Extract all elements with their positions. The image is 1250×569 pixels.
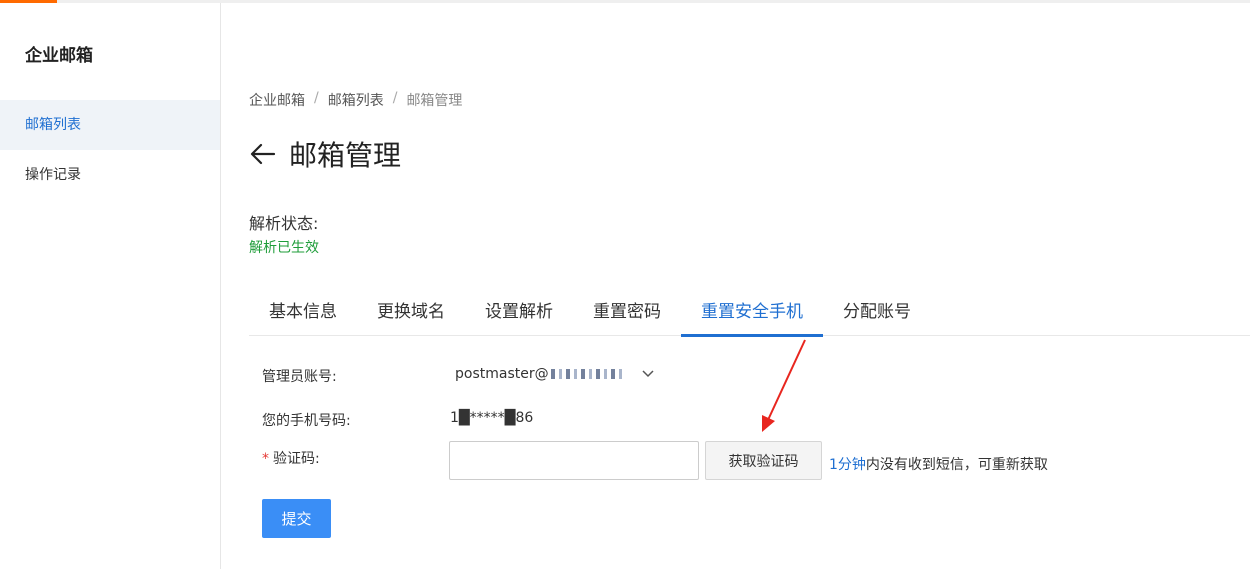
admin-account-label: 管理员账号: [262,369,337,385]
resolution-status-value: 解析已生效 [249,240,319,256]
breadcrumb-item-mailbox-list[interactable]: 邮箱列表 [328,90,384,110]
tab-reset-password[interactable]: 重置密码 [573,290,681,336]
breadcrumb-separator: / [392,90,398,106]
tab-bar: 基本信息 更换域名 设置解析 重置密码 重置安全手机 分配账号 [249,290,1250,337]
chevron-down-icon[interactable] [642,370,654,378]
required-mark: * [262,451,269,467]
admin-account-select[interactable]: postmaster@ [455,366,654,382]
breadcrumb: 企业邮箱 / 邮箱列表 / 邮箱管理 [249,90,462,110]
sidebar-title: 企业邮箱 [25,46,93,66]
masked-domain [550,369,626,379]
verification-code-label: * 验证码: [262,448,320,468]
breadcrumb-item-enterprise-mail[interactable]: 企业邮箱 [249,90,305,110]
tab-assign-account[interactable]: 分配账号 [823,290,931,336]
phone-number-label: 您的手机号码: [262,413,351,429]
arrow-left-icon[interactable] [249,140,277,168]
page-header: 邮箱管理 [249,134,401,174]
breadcrumb-separator: / [314,90,319,106]
phone-number-value: 1█*****█86 [450,410,534,426]
breadcrumb-item-current: 邮箱管理 [406,93,463,109]
tab-reset-security-phone[interactable]: 重置安全手机 [681,290,823,337]
sidebar: 企业邮箱 邮箱列表 操作记录 [0,3,221,569]
resend-hint: 1分钟内没有收到短信，可重新获取 [829,454,1048,474]
submit-button[interactable]: 提交 [262,499,331,538]
tab-basic-info[interactable]: 基本信息 [249,290,357,336]
page-title: 邮箱管理 [289,139,402,172]
get-code-button[interactable]: 获取验证码 [705,441,822,480]
resolution-status-label: 解析状态: [249,214,319,233]
sidebar-item-operation-log[interactable]: 操作记录 [0,150,220,200]
verification-code-input[interactable] [449,441,699,480]
resend-hint-text: 内没有收到短信，可重新获取 [865,457,1048,473]
resend-hint-time: 1分钟 [829,457,866,473]
verification-code-label-text: 验证码: [273,451,320,467]
tab-set-resolution[interactable]: 设置解析 [465,290,573,336]
admin-account-value: postmaster@ [455,366,549,382]
tab-change-domain[interactable]: 更换域名 [357,290,465,336]
sidebar-item-mailbox-list[interactable]: 邮箱列表 [0,100,220,150]
